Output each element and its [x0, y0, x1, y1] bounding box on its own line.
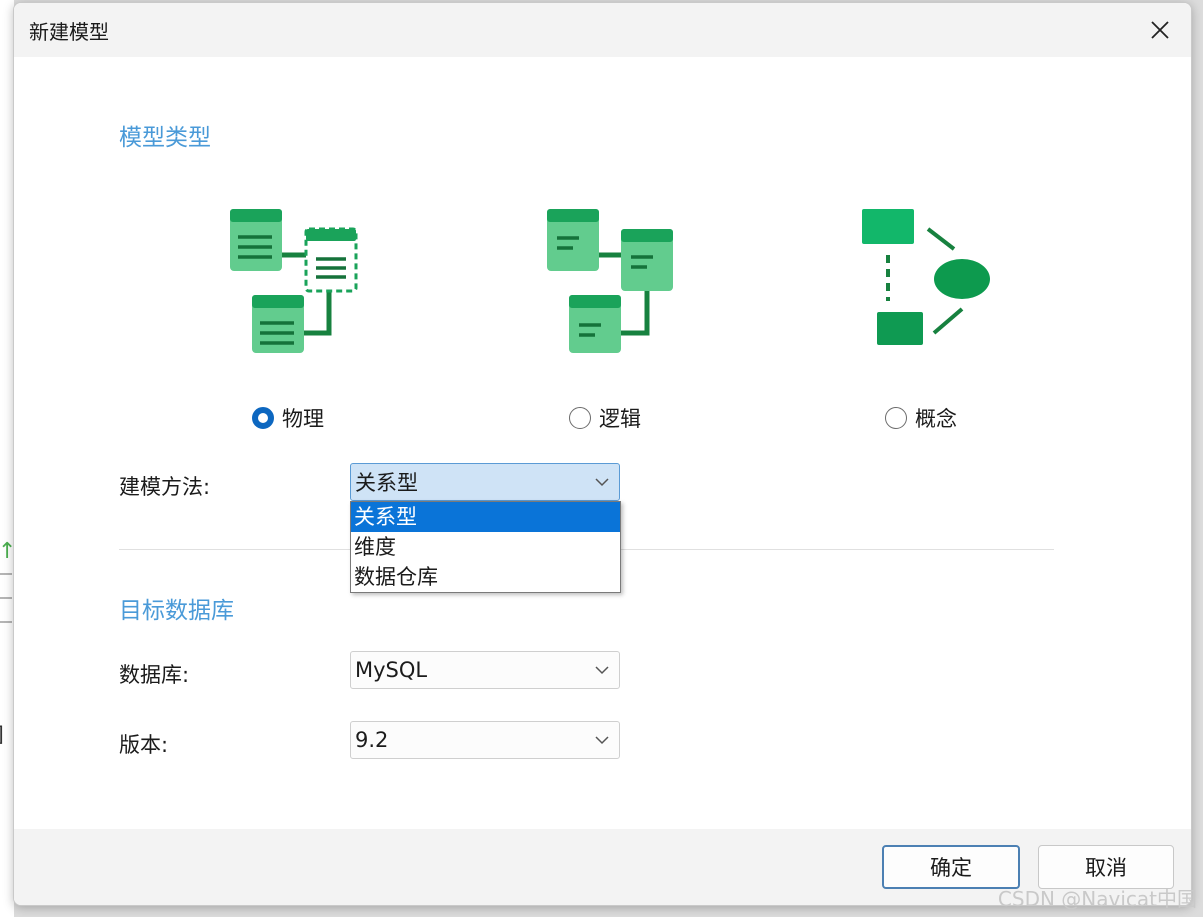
background-line — [0, 573, 12, 575]
background-window — [0, 0, 14, 917]
modeling-method-select[interactable]: 关系型 — [350, 463, 620, 501]
dropdown-option-data-warehouse[interactable]: 数据仓库 — [351, 562, 620, 592]
chevron-down-icon — [595, 736, 609, 745]
database-label: 数据库: — [119, 663, 190, 687]
radio-conceptual-indicator[interactable] — [885, 407, 907, 429]
new-model-dialog: 新建模型 模型类型 物理 逻辑 概念 建模方法: 关系型 目标数据库 数据库: … — [13, 2, 1192, 906]
physical-model-icon — [230, 209, 358, 353]
dialog-titlebar: 新建模型 — [14, 3, 1191, 57]
database-select[interactable]: MySQL — [350, 651, 620, 689]
radio-logical-indicator[interactable] — [569, 407, 591, 429]
radio-logical[interactable]: 逻辑 — [569, 403, 641, 433]
close-button[interactable] — [1143, 13, 1177, 47]
database-value: MySQL — [355, 658, 428, 682]
chevron-down-icon — [595, 478, 609, 487]
version-label: 版本: — [119, 733, 169, 757]
radio-physical[interactable]: 物理 — [252, 403, 324, 433]
radio-conceptual-label: 概念 — [915, 407, 957, 431]
logical-model-icon — [547, 209, 673, 353]
background-line — [0, 621, 12, 623]
radio-physical-label: 物理 — [282, 407, 324, 431]
modeling-method-label: 建模方法: — [119, 475, 211, 499]
background-glyph: ] — [0, 722, 4, 746]
modeling-method-dropdown: 关系型 维度 数据仓库 — [350, 501, 621, 593]
watermark: CSDN @Navicat中国 — [997, 887, 1197, 911]
radio-conceptual[interactable]: 概念 — [885, 403, 957, 433]
radio-physical-indicator[interactable] — [252, 407, 274, 429]
version-value: 9.2 — [355, 728, 389, 752]
chevron-down-icon — [595, 666, 609, 675]
version-select[interactable]: 9.2 — [350, 721, 620, 759]
radio-logical-label: 逻辑 — [599, 407, 641, 431]
dialog-title: 新建模型 — [29, 20, 109, 44]
model-type-section-title: 模型类型 — [119, 125, 211, 151]
modeling-method-value: 关系型 — [355, 471, 418, 495]
target-db-section-title: 目标数据库 — [119, 598, 234, 624]
close-icon — [1151, 21, 1169, 39]
conceptual-model-icon — [862, 209, 990, 345]
dropdown-option-relational[interactable]: 关系型 — [351, 502, 620, 532]
background-line — [0, 597, 12, 599]
dropdown-option-dimensional[interactable]: 维度 — [351, 532, 620, 562]
